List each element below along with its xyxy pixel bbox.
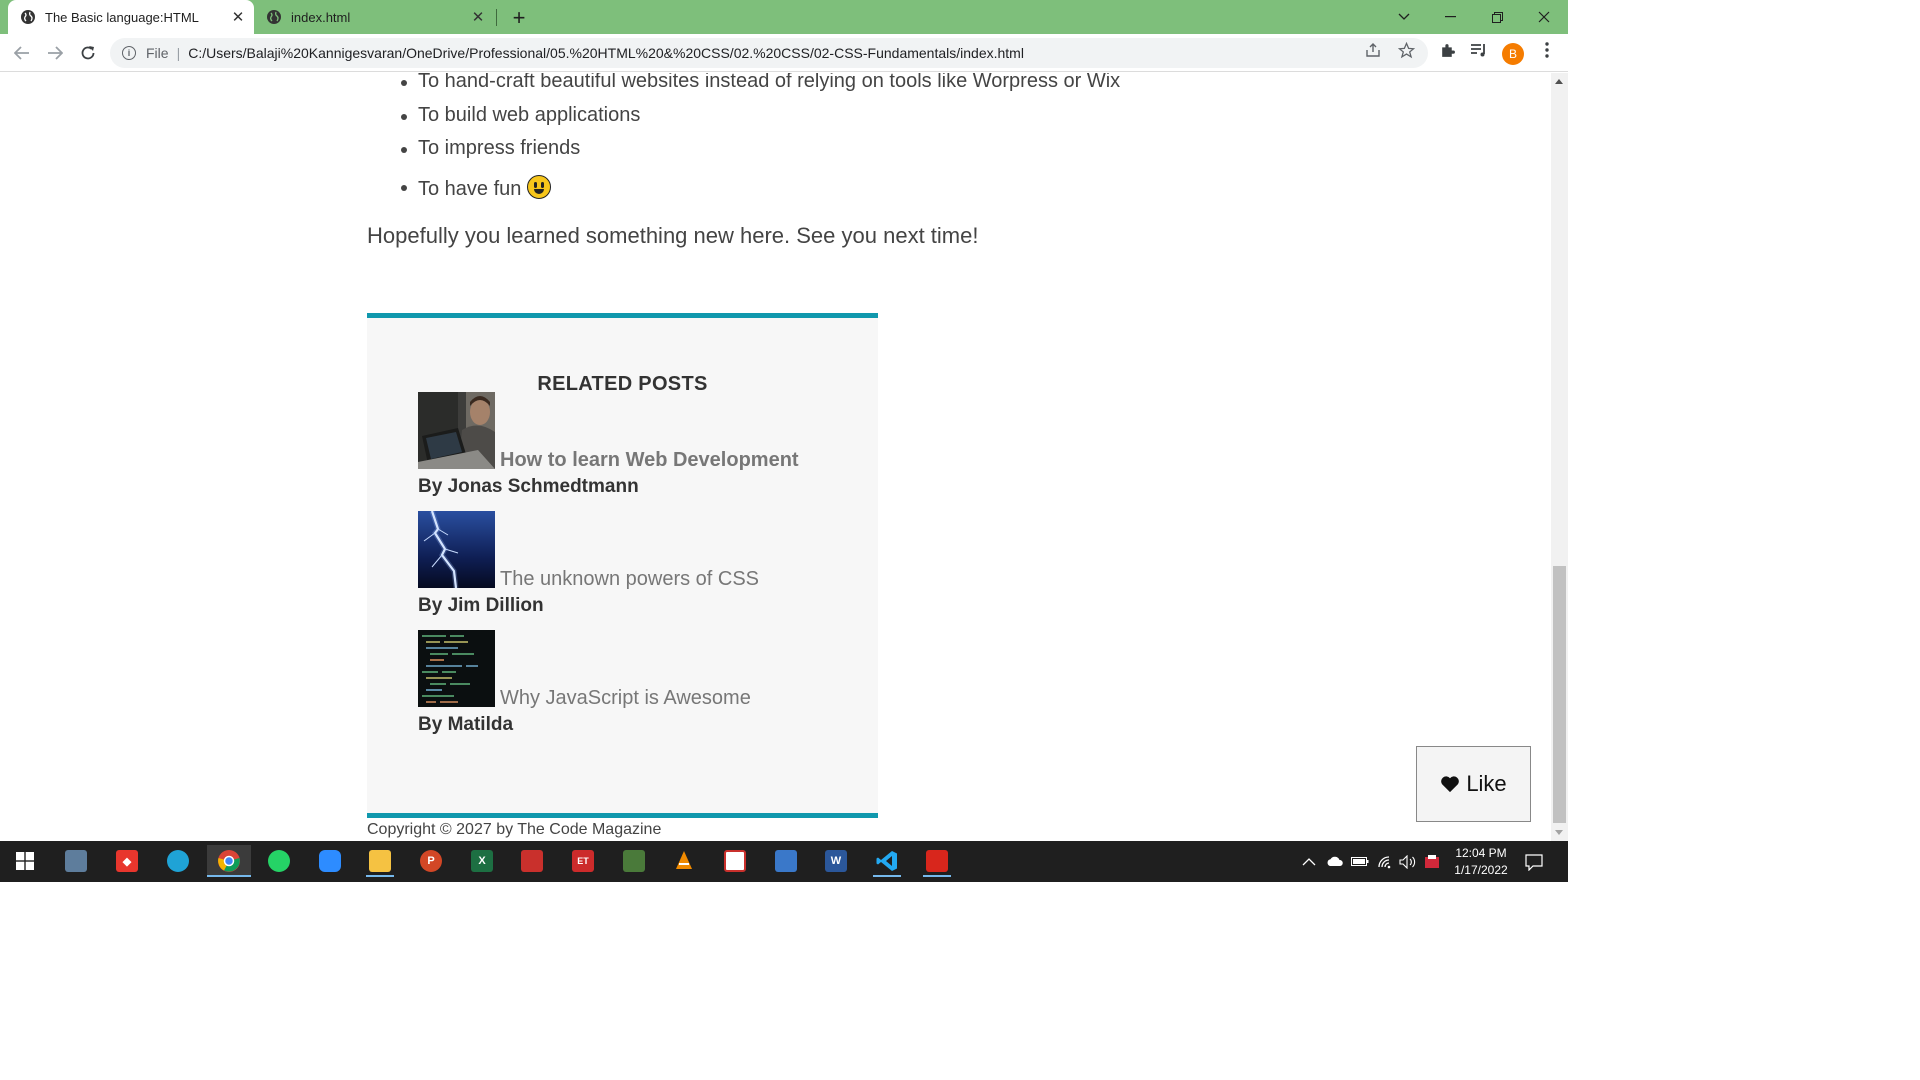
et-app-icon[interactable]: ET xyxy=(567,845,599,877)
reload-button[interactable] xyxy=(74,39,102,67)
post-author: By Jim Dillion xyxy=(418,595,544,616)
acrobat-app-icon[interactable] xyxy=(921,845,953,877)
share-icon[interactable] xyxy=(1364,41,1382,59)
pdf-reader-app-icon[interactable] xyxy=(516,845,548,877)
powerpoint-app-icon[interactable]: P xyxy=(415,845,447,877)
tab-index-html[interactable]: index.html ✕ xyxy=(256,0,494,34)
edge-app-icon[interactable] xyxy=(162,845,194,877)
copyright-text: Copyright © 2027 by The Code Magazine xyxy=(367,821,662,838)
back-button[interactable] xyxy=(8,39,36,67)
tab-basic-language-html[interactable]: The Basic language:HTML ✕ xyxy=(8,0,254,34)
forward-button[interactable] xyxy=(41,39,69,67)
post-link[interactable]: How to learn Web Development xyxy=(500,449,799,472)
profile-avatar[interactable]: B xyxy=(1502,43,1524,65)
remote-desktop-app-icon[interactable] xyxy=(770,845,802,877)
scroll-up-icon[interactable] xyxy=(1555,79,1563,84)
closing-paragraph: Hopefully you learned something new here… xyxy=(367,223,979,248)
info-icon[interactable]: i xyxy=(122,46,136,60)
url-scheme: File xyxy=(146,45,169,61)
post-author: By Matilda xyxy=(418,714,514,735)
tab-title: index.html xyxy=(291,9,351,25)
action-center-icon[interactable] xyxy=(1525,841,1543,882)
whatsapp-app-icon[interactable] xyxy=(263,845,295,877)
reading-list-icon[interactable] xyxy=(1470,41,1488,59)
page-scrollbar[interactable] xyxy=(1551,73,1568,841)
show-hidden-icons[interactable] xyxy=(1302,841,1316,882)
like-button[interactable]: Like xyxy=(1416,746,1531,822)
grinning-face-icon xyxy=(527,175,552,199)
related-posts-section: RELATED POSTS How to learn Web Developme… xyxy=(367,313,878,818)
notification-app-icon[interactable] xyxy=(1424,841,1440,882)
lightning-photo xyxy=(418,511,495,588)
heart-icon xyxy=(1441,776,1460,793)
word-app-icon[interactable]: W xyxy=(820,845,852,877)
wifi-icon[interactable] xyxy=(1377,841,1393,882)
tab-strip: The Basic language:HTML ✕ index.html ✕ + xyxy=(0,0,1568,34)
list-item: To hand-craft beautiful websites instead… xyxy=(400,73,1120,93)
post-link[interactable]: Why JavaScript is Awesome xyxy=(500,687,751,710)
extensions-puzzle-icon[interactable] xyxy=(1438,41,1456,59)
new-tab-button[interactable]: + xyxy=(506,5,532,31)
scroll-down-icon[interactable] xyxy=(1555,830,1563,835)
like-label: Like xyxy=(1466,771,1507,796)
post-link[interactable]: The unknown powers of CSS xyxy=(500,568,759,591)
system-clock[interactable]: 12:04 PM 1/17/2022 xyxy=(1446,845,1516,879)
close-window-button[interactable] xyxy=(1521,0,1567,34)
url-text: C:/Users/Balaji%20Kannigesvaran/OneDrive… xyxy=(188,45,1024,61)
foxit-app-icon[interactable] xyxy=(719,845,751,877)
globe-icon xyxy=(21,10,35,24)
volume-icon[interactable] xyxy=(1399,841,1417,882)
address-bar[interactable]: i File | C:/Users/Balaji%20Kannigesvaran… xyxy=(110,38,1428,68)
tab-search-icon[interactable] xyxy=(1381,0,1427,34)
onedrive-icon[interactable] xyxy=(1326,841,1344,882)
page-viewport: To hand-craft beautiful websites instead… xyxy=(0,73,1551,841)
list-item: To have fun xyxy=(400,175,552,201)
code-screen-photo xyxy=(418,630,495,707)
vlc-app-icon[interactable] xyxy=(668,845,700,877)
vscode-app-icon[interactable] xyxy=(871,845,903,877)
start-button[interactable] xyxy=(9,845,41,877)
browser-toolbar: i File | C:/Users/Balaji%20Kannigesvaran… xyxy=(0,34,1568,72)
zoom-app-icon[interactable] xyxy=(314,845,346,877)
list-item: To build web applications xyxy=(400,104,641,126)
anydesk-app-icon[interactable]: ◆ xyxy=(111,845,143,877)
excel-app-icon[interactable]: X xyxy=(466,845,498,877)
photos-app-icon[interactable] xyxy=(60,845,92,877)
battery-icon[interactable] xyxy=(1351,841,1369,882)
chrome-app-icon[interactable] xyxy=(207,845,251,877)
list-item: To impress friends xyxy=(400,137,581,159)
restore-button[interactable] xyxy=(1474,0,1520,34)
tab-separator xyxy=(496,9,497,26)
file-explorer-app-icon[interactable] xyxy=(364,845,396,877)
close-icon[interactable]: ✕ xyxy=(466,5,490,29)
close-icon[interactable]: ✕ xyxy=(226,5,250,29)
scrollbar-thumb[interactable] xyxy=(1553,566,1566,823)
windows-taskbar: ◆ P X ET W 12:04 PM 1/17/2022 xyxy=(0,841,1568,882)
clock-date: 1/17/2022 xyxy=(1454,863,1508,877)
clock-time: 12:04 PM xyxy=(1455,846,1507,860)
person-laptop-photo xyxy=(418,392,495,469)
bookmark-star-icon[interactable] xyxy=(1397,41,1415,59)
post-author: By Jonas Schmedtmann xyxy=(418,476,639,497)
minimize-button[interactable] xyxy=(1427,0,1473,34)
globe-icon xyxy=(267,10,281,24)
tally-app-icon[interactable] xyxy=(618,845,650,877)
menu-kebab-icon[interactable] xyxy=(1538,41,1556,59)
tab-title: The Basic language:HTML xyxy=(45,9,199,25)
url-divider: | xyxy=(176,45,181,61)
